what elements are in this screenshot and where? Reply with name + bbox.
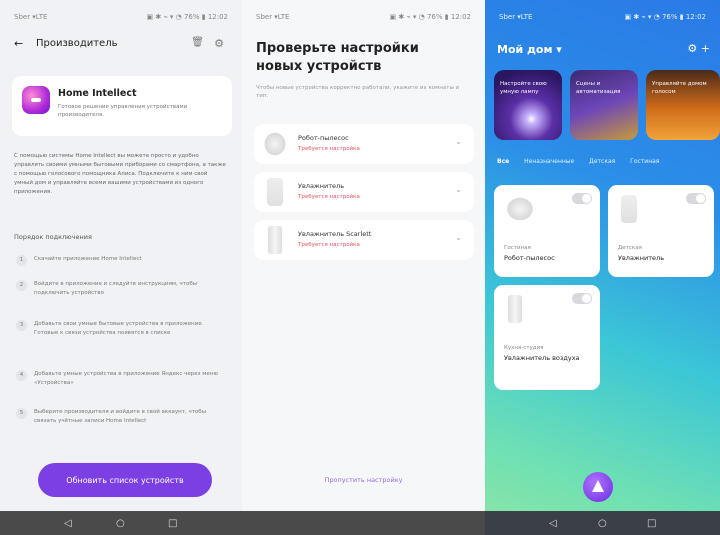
humidifier-image — [621, 195, 637, 223]
step-number: 2 — [16, 280, 27, 291]
nav-back-icon[interactable]: ◁ — [549, 518, 557, 529]
story-card[interactable]: Управляйте домом голосом — [646, 70, 720, 140]
device-status: Требуется настройка — [298, 194, 360, 200]
robot-vacuum-image — [262, 130, 288, 158]
system-nav-bar: ◁ ○ □ — [485, 511, 720, 535]
step-text: Добавьте свои умные бытовые устройства в… — [34, 321, 204, 336]
power-toggle[interactable] — [572, 193, 592, 204]
power-toggle[interactable] — [686, 193, 706, 204]
nav-recents-icon[interactable]: □ — [647, 518, 656, 529]
device-status: Требуется настройка — [298, 242, 360, 248]
story-caption: Управляйте домом голосом — [652, 81, 707, 95]
device-card-humidifier-scarlett[interactable]: Увлажнитель Scarlett Требуется настройка… — [254, 220, 474, 260]
intro-text: С помощью системы Home Intellect вы може… — [14, 153, 226, 195]
page-subtitle: Чтобы новые устройства корректно работал… — [256, 85, 460, 99]
device-name: Робот-пылесос — [298, 134, 349, 142]
device-card-robot-vacuum[interactable]: Робот-пылесос Требуется настройка ⌄ — [254, 124, 474, 164]
device-room: Гостиная — [504, 245, 531, 251]
story-card[interactable]: Сцены и автоматизация — [570, 70, 638, 140]
step-text: Добавьте умные устройства в приложение Я… — [34, 371, 219, 386]
status-bar: Sber ▾LTE ▣ ✱ ⌁ ▾ ◔ 76% ▮ 12:02 — [242, 0, 485, 28]
device-card-humidifier[interactable]: Увлажнитель Требуется настройка ⌄ — [254, 172, 474, 212]
system-nav-bar: ◁ ○ □ — [0, 511, 242, 535]
page-title: Проверьте настройки новых устройств — [256, 41, 419, 74]
status-indicators: ▣ ✱ ⌁ ▾ ◔ 76% ▮ 12:02 — [146, 13, 228, 21]
device-name: Увлажнитель Scarlett — [298, 230, 372, 238]
status-carrier: Sber ▾LTE — [499, 13, 533, 21]
step-text: Скачайте приложение Home Intellect — [34, 256, 142, 262]
device-tile-robot-vacuum[interactable]: Гостиная Робот-пылесос — [494, 185, 600, 277]
brand-name: Home Intellect — [58, 88, 137, 99]
air-humidifier-image — [508, 295, 522, 323]
check-settings-screen: Sber ▾LTE ▣ ✱ ⌁ ▾ ◔ 76% ▮ 12:02 Проверьт… — [242, 0, 485, 535]
status-bar: Sber ▾LTE ▣ ✱ ⌁ ▾ ◔ 76% ▮ 12:02 — [0, 0, 242, 28]
update-devices-button[interactable]: Обновить список устройств — [38, 463, 212, 497]
gear-icon[interactable]: ⚙ — [214, 37, 224, 50]
power-toggle[interactable] — [572, 293, 592, 304]
skip-setup-link[interactable]: Пропустить настройку — [242, 476, 485, 484]
nav-home-icon[interactable]: ○ — [116, 518, 125, 529]
robot-vacuum-image — [504, 195, 536, 223]
humidifier-image — [267, 178, 283, 206]
nav-back-icon[interactable]: ◁ — [64, 518, 72, 529]
step-text: Войдите в приложение и следуйте инструкц… — [34, 281, 198, 296]
tab-living-room[interactable]: Гостиная — [630, 158, 659, 165]
home-intellect-logo — [22, 86, 50, 114]
tab-kids-room[interactable]: Детская — [589, 158, 615, 165]
device-status: Требуется настройка — [298, 146, 360, 152]
status-indicators: ▣ ✱ ⌁ ▾ ◔ 76% ▮ 12:02 — [389, 13, 471, 21]
story-card[interactable]: Настройте свою умную лампу — [494, 70, 562, 140]
status-carrier: Sber ▾LTE — [14, 13, 48, 21]
settings-add-icons[interactable]: ⚙ + — [687, 42, 710, 55]
step-number: 4 — [16, 370, 27, 381]
status-carrier: Sber ▾LTE — [256, 13, 290, 21]
tab-unassigned[interactable]: Неназначенные — [524, 158, 574, 165]
home-selector[interactable]: Мой дом ▾ — [497, 43, 562, 56]
step-number: 3 — [16, 320, 27, 331]
tab-all[interactable]: Все — [497, 158, 509, 165]
manufacturer-screen: Sber ▾LTE ▣ ✱ ⌁ ▾ ◔ 76% ▮ 12:02 ← Произв… — [0, 0, 242, 535]
system-nav-bar — [242, 511, 485, 535]
status-indicators: ▣ ✱ ⌁ ▾ ◔ 76% ▮ 12:02 — [624, 13, 706, 21]
device-name: Увлажнитель — [618, 254, 665, 262]
my-home-screen: Sber ▾LTE ▣ ✱ ⌁ ▾ ◔ 76% ▮ 12:02 Мой дом … — [485, 0, 720, 535]
brand-description: Готовое решение управления устройствами … — [58, 104, 188, 118]
step-number: 5 — [16, 408, 27, 419]
chevron-down-icon: ⌄ — [455, 185, 462, 194]
status-bar: Sber ▾LTE ▣ ✱ ⌁ ▾ ◔ 76% ▮ 12:02 — [485, 0, 720, 28]
device-name: Робот-пылесос — [504, 254, 555, 262]
steps-title: Порядок подключения — [14, 233, 92, 241]
device-name: Увлажнитель — [298, 182, 345, 190]
brand-card: Home Intellect Готовое решение управлени… — [12, 76, 232, 136]
trash-icon[interactable]: 🗑 — [191, 37, 204, 48]
step-text: Выберите производителя и войдите в свой … — [34, 409, 207, 424]
humidifier-scarlett-image — [268, 226, 282, 254]
story-caption: Настройте свою умную лампу — [500, 81, 547, 95]
back-arrow-icon[interactable]: ← — [14, 37, 23, 50]
page-title: Производитель — [36, 38, 118, 49]
device-room: Детская — [618, 245, 642, 251]
chevron-down-icon: ⌄ — [455, 137, 462, 146]
header: ← Производитель 🗑 ⚙ — [14, 36, 228, 56]
chevron-down-icon: ⌄ — [455, 233, 462, 242]
story-caption: Сцены и автоматизация — [576, 81, 621, 95]
alice-assistant-icon[interactable] — [583, 472, 613, 502]
device-room: Кухня-студия — [504, 345, 544, 351]
device-tile-air-humidifier[interactable]: Кухня-студия Увлажнитель воздуха — [494, 285, 600, 390]
device-name: Увлажнитель воздуха — [504, 354, 580, 362]
room-tabs: Все Неназначенные Детская Гостиная — [497, 158, 672, 165]
nav-home-icon[interactable]: ○ — [598, 518, 607, 529]
device-tile-humidifier[interactable]: Детская Увлажнитель — [608, 185, 714, 277]
nav-recents-icon[interactable]: □ — [168, 518, 177, 529]
step-number: 1 — [16, 255, 27, 266]
